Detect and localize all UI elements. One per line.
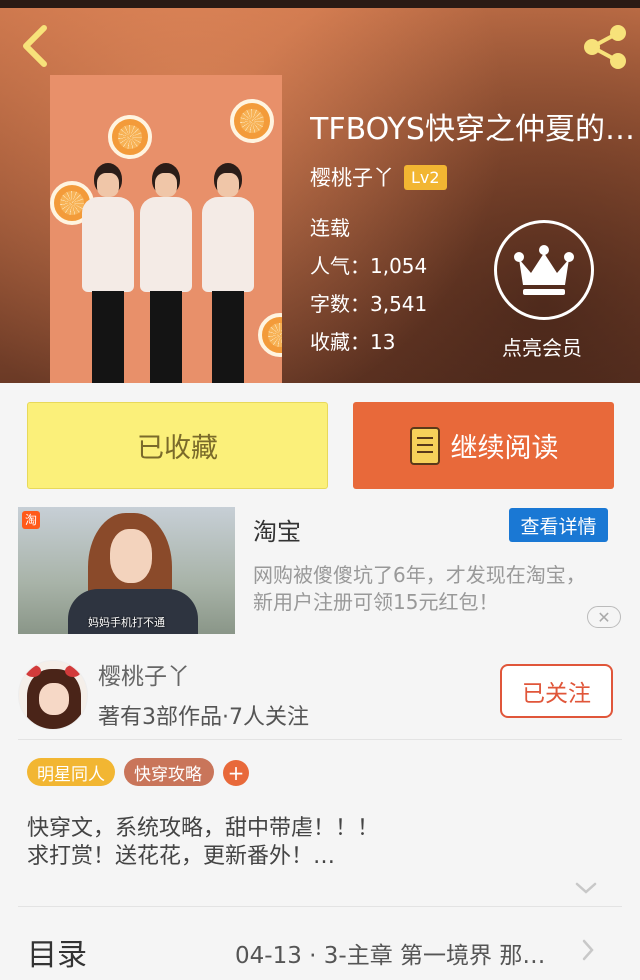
divider [18,739,622,740]
serial-status: 连载 [310,216,350,240]
description-line: 求打赏！送花花，更新番外！… [27,844,336,869]
vip-button[interactable] [494,220,594,320]
author-name[interactable]: 樱桃子丫 [98,657,190,691]
description-line: 快穿文，系统攻略，甜中带虐！！！ [27,816,380,841]
ad-description[interactable]: 网购被傻傻坑了6年，才发现在淘宝，新用户注册可领15元红包！ [253,562,598,616]
favorite-count: 收藏：13 [310,330,396,354]
ad-brand[interactable]: 淘宝 [253,512,301,547]
follow-button[interactable]: 已关注 [500,664,613,718]
add-tag-button[interactable]: + [223,760,249,786]
orange-slice [108,115,152,159]
toc-title[interactable]: 目录 [27,930,87,974]
close-icon: ✕ [597,607,611,627]
toc-latest-chapter[interactable]: 04-13 · 3-主章 第一境界 那… [235,936,565,970]
popularity-count: 人气：1,054 [310,254,428,278]
toc-open-button[interactable] [580,938,596,962]
tag-item[interactable]: 快穿攻略 [124,758,214,786]
book-title: TFBOYS快穿之仲夏的… [310,112,635,147]
author-avatar[interactable] [18,660,88,730]
continue-reading-button[interactable]: 继续阅读 [353,402,614,489]
favorited-button[interactable]: 已收藏 [27,402,328,489]
book-icon [409,426,440,465]
vip-label[interactable]: 点亮会员 [502,332,582,361]
author-line: 樱桃子丫 Lv2 [310,162,447,192]
book-author[interactable]: 樱桃子丫 [310,162,394,192]
word-count: 字数：3,541 [310,292,428,316]
level-badge: Lv2 [404,164,447,190]
taobao-icon: 淘 [22,511,40,529]
tag-item[interactable]: 明星同人 [27,758,115,786]
share-button[interactable] [580,24,630,70]
ad-image[interactable]: 淘 妈妈手机打不通 [18,507,235,634]
favorited-label: 已收藏 [137,433,218,464]
back-button[interactable] [14,22,58,70]
share-icon [584,25,626,69]
continue-reading-label: 继续阅读 [450,433,559,464]
author-stats: 著有3部作品·7人关注 [98,705,309,730]
expand-description-button[interactable] [574,880,598,896]
cover-figure [80,163,136,383]
ad-detail-button[interactable]: 查看详情 [509,508,608,542]
book-description[interactable]: 快穿文，系统攻略，甜中带虐！！！ 求打赏！送花花，更新番外！… [27,815,617,871]
status-bar [0,0,640,8]
ad-close-button[interactable]: ✕ [587,606,621,628]
ad-image-caption: 妈妈手机打不通 [88,616,165,629]
chevron-down-icon [575,882,597,894]
cover-figure [138,163,194,383]
chevron-left-icon [23,25,47,67]
orange-slice [230,99,274,143]
divider [18,906,622,907]
book-cover[interactable] [50,75,282,383]
crown-icon [514,245,574,295]
chevron-right-icon [582,939,594,961]
cover-figure [200,163,256,383]
book-header: TFBOYS快穿之仲夏的… 樱桃子丫 Lv2 连载 人气：1,054 字数：3,… [0,0,640,383]
orange-slice [258,313,282,357]
